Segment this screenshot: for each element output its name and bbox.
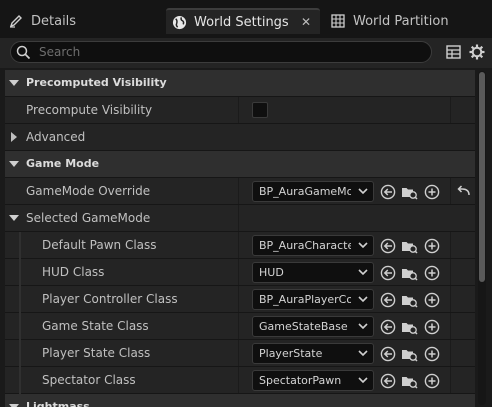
tab-label: World Settings	[194, 14, 289, 30]
chevron-down-icon[interactable]	[8, 151, 20, 177]
property-label: Player State Class	[42, 346, 151, 360]
category-precomputed-visibility[interactable]: Precomputed Visibility	[5, 70, 475, 97]
tab-details[interactable]: Details	[8, 8, 76, 34]
settings-gear-icon[interactable]	[468, 43, 486, 61]
details-panel: Precomputed Visibility Precompute Visibi…	[5, 70, 475, 407]
game-state-class-combo[interactable]: GameStateBase	[252, 316, 374, 337]
chevron-right-icon[interactable]	[8, 124, 20, 150]
browse-folder-icon[interactable]	[401, 372, 418, 389]
property-label: HUD Class	[42, 265, 105, 279]
property-default-pawn-class: Default Pawn Class BP_AuraCharacter	[5, 232, 475, 259]
spectator-class-combo[interactable]: SpectatorPawn	[252, 370, 374, 391]
property-gamemode-override: GameMode Override BP_AuraGameMode	[5, 178, 475, 205]
chevron-down-icon	[358, 350, 368, 357]
chevron-down-icon	[358, 377, 368, 384]
add-plus-icon[interactable]	[423, 183, 440, 200]
globe-icon	[171, 14, 187, 30]
browse-folder-icon[interactable]	[401, 264, 418, 281]
add-plus-icon[interactable]	[423, 318, 440, 335]
property-precompute-visibility: Precompute Visibility	[5, 97, 475, 124]
scrollbar-thumb[interactable]	[479, 72, 485, 282]
use-selected-arrow-icon[interactable]	[379, 183, 396, 200]
use-selected-arrow-icon[interactable]	[379, 372, 396, 389]
property-label: Default Pawn Class	[42, 238, 157, 252]
category-label: Precomputed Visibility	[26, 76, 167, 89]
grid-icon	[330, 13, 346, 29]
search-box[interactable]	[10, 41, 432, 63]
property-hud-class: HUD Class HUD	[5, 259, 475, 286]
browse-folder-icon[interactable]	[401, 318, 418, 335]
chevron-down-icon[interactable]	[8, 394, 20, 407]
use-selected-arrow-icon[interactable]	[379, 318, 396, 335]
combo-value: BP_AuraGameMode	[259, 185, 351, 198]
use-selected-arrow-icon[interactable]	[379, 291, 396, 308]
reset-to-default-icon[interactable]	[456, 184, 472, 198]
gamemode-override-combo[interactable]: BP_AuraGameMode	[252, 181, 374, 202]
property-player-controller-class: Player Controller Class BP_AuraPlayerCon…	[5, 286, 475, 313]
tab-bar: Details World Settings ✕ World Partition	[0, 0, 492, 38]
property-label: Player Controller Class	[42, 292, 178, 306]
hud-class-combo[interactable]: HUD	[252, 262, 374, 283]
chevron-down-icon	[358, 269, 368, 276]
add-plus-icon[interactable]	[423, 345, 440, 362]
use-selected-arrow-icon[interactable]	[379, 264, 396, 281]
combo-value: SpectatorPawn	[259, 374, 342, 387]
tab-world-partition[interactable]: World Partition	[330, 8, 449, 34]
chevron-down-icon[interactable]	[8, 70, 20, 96]
search-input[interactable]	[39, 44, 419, 60]
category-label: Game Mode	[26, 157, 100, 170]
chevron-down-icon	[358, 188, 368, 195]
property-label: Game State Class	[42, 319, 149, 333]
combo-value: BP_AuraPlayerController	[259, 293, 351, 306]
chevron-down-icon[interactable]	[8, 205, 20, 231]
category-label: Lightmass	[26, 400, 90, 407]
group-selected-gamemode[interactable]: Selected GameMode	[5, 205, 475, 232]
table-view-icon[interactable]	[444, 43, 462, 61]
property-label: GameMode Override	[26, 184, 151, 198]
section-label: Advanced	[26, 130, 86, 144]
property-label: Precompute Visibility	[26, 103, 153, 117]
use-selected-arrow-icon[interactable]	[379, 237, 396, 254]
vertical-scrollbar[interactable]	[478, 71, 486, 405]
category-game-mode[interactable]: Game Mode	[5, 151, 475, 178]
tab-label: Details	[31, 13, 77, 29]
tab-world-settings[interactable]: World Settings ✕	[166, 8, 320, 34]
precompute-visibility-checkbox[interactable]	[252, 102, 268, 118]
combo-value: GameStateBase	[259, 320, 348, 333]
close-icon[interactable]: ✕	[301, 15, 311, 29]
use-selected-arrow-icon[interactable]	[379, 345, 396, 362]
browse-folder-icon[interactable]	[401, 291, 418, 308]
combo-value: PlayerState	[259, 347, 323, 360]
section-advanced[interactable]: Advanced	[5, 124, 475, 151]
add-plus-icon[interactable]	[423, 372, 440, 389]
property-game-state-class: Game State Class GameStateBase	[5, 313, 475, 340]
chevron-down-icon	[358, 296, 368, 303]
add-plus-icon[interactable]	[423, 264, 440, 281]
browse-folder-icon[interactable]	[401, 183, 418, 200]
combo-value: HUD	[259, 266, 284, 279]
search-icon	[16, 45, 31, 60]
combo-value: BP_AuraCharacter	[259, 239, 351, 252]
property-label: Spectator Class	[42, 373, 136, 387]
browse-folder-icon[interactable]	[401, 345, 418, 362]
pencil-icon	[8, 13, 24, 29]
property-spectator-class: Spectator Class SpectatorPawn	[5, 367, 475, 394]
tab-label: World Partition	[353, 13, 449, 29]
add-plus-icon[interactable]	[423, 237, 440, 254]
category-lightmass[interactable]: Lightmass	[5, 394, 475, 407]
group-label: Selected GameMode	[26, 211, 151, 225]
default-pawn-class-combo[interactable]: BP_AuraCharacter	[252, 235, 374, 256]
browse-folder-icon[interactable]	[401, 237, 418, 254]
property-player-state-class: Player State Class PlayerState	[5, 340, 475, 367]
chevron-down-icon	[358, 242, 368, 249]
player-controller-class-combo[interactable]: BP_AuraPlayerController	[252, 289, 374, 310]
chevron-down-icon	[358, 323, 368, 330]
details-toolbar	[0, 38, 492, 68]
player-state-class-combo[interactable]: PlayerState	[252, 343, 374, 364]
add-plus-icon[interactable]	[423, 291, 440, 308]
